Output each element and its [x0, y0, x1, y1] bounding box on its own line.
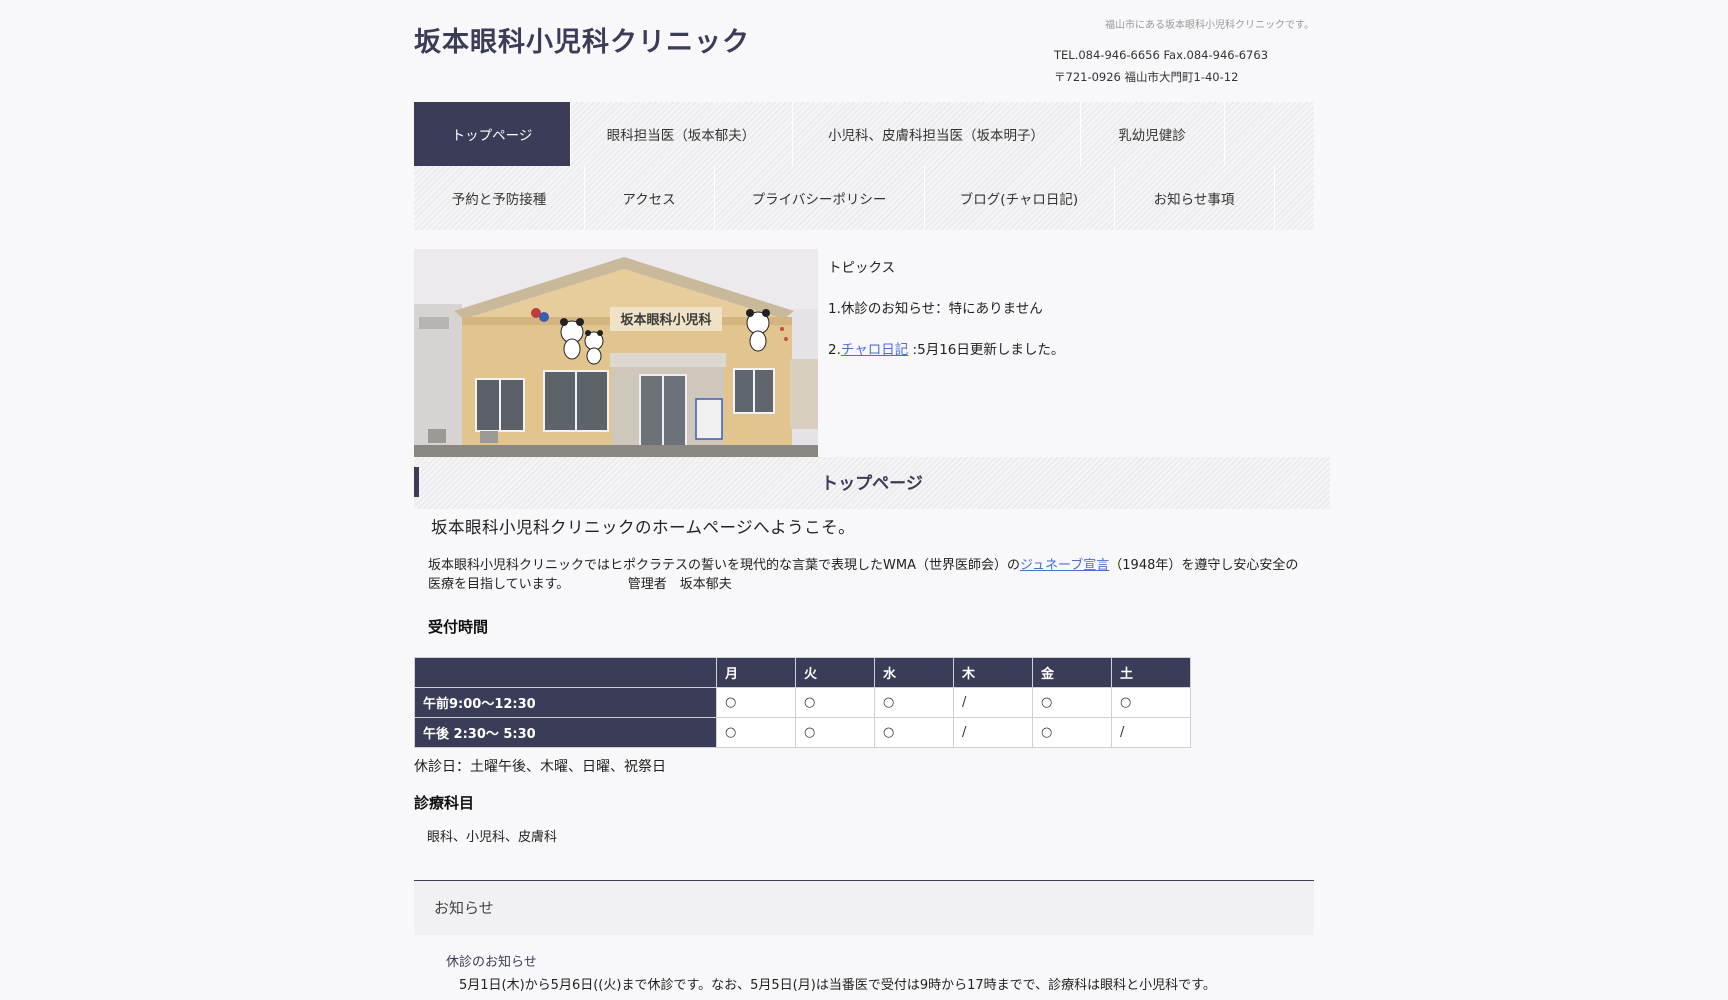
table-cell: ○ — [716, 687, 796, 718]
section-heading-title: トップページ — [821, 474, 923, 494]
departments-heading: 診療科目 — [414, 794, 475, 812]
table-corner-cell — [414, 657, 717, 688]
nav-item-ophthalmology[interactable]: 眼科担当医（坂本郁夫） — [570, 102, 793, 166]
nav-item-top[interactable]: トップページ — [414, 102, 571, 166]
page: 坂本眼科小児科クリニック 福山市にある坂本眼科小児科クリニックです。 TEL.0… — [0, 0, 1728, 1000]
tagline: 福山市にある坂本眼科小児科クリニックです。 — [1105, 20, 1314, 31]
notice-subtitle: 休診のお知らせ — [446, 955, 537, 970]
nav-item-infant-checkup[interactable]: 乳幼児健診 — [1080, 102, 1225, 166]
table-cell: ○ — [1032, 687, 1112, 718]
day-header: 水 — [874, 657, 954, 688]
clinic-photo: 坂本眼科小児科 — [414, 249, 818, 457]
notice-text: 5月1日(木)から5月6日((火)まで休診です。なお、5月5日(月)は当番医で受… — [459, 978, 1216, 993]
table-cell: ○ — [795, 687, 875, 718]
day-header: 火 — [795, 657, 875, 688]
geneva-declaration-link[interactable]: ジュネーブ宣言 — [1020, 558, 1109, 573]
day-header: 金 — [1032, 657, 1112, 688]
day-header: 土 — [1111, 657, 1191, 688]
table-header-row: 月 火 水 木 金 土 — [414, 657, 1191, 688]
departments-list: 眼科、小児科、皮膚科 — [427, 830, 558, 845]
day-header: 月 — [716, 657, 796, 688]
row-label: 午前9:00～12:30 — [414, 687, 717, 718]
welcome-message: 坂本眼科小児科クリニックのホームページへようこそ。 — [431, 518, 856, 537]
table-cell: ○ — [874, 717, 954, 748]
topics-item-update: :5月16日更新しました。 — [908, 342, 1065, 358]
table-cell: ○ — [795, 717, 875, 748]
clinic-building-illustration: 坂本眼科小児科 — [414, 249, 818, 457]
intro-paragraph: 坂本眼科小児科クリニックではヒポクラテスの誓いを現代的な言葉で表現したWMA（世… — [428, 556, 1308, 594]
table-cell: / — [1111, 717, 1191, 748]
table-cell: ○ — [1032, 717, 1112, 748]
row-label: 午後 2:30～ 5:30 — [414, 717, 717, 748]
site-title[interactable]: 坂本眼科小児科クリニック — [414, 20, 750, 59]
blog-link[interactable]: チャロ日記 — [841, 342, 908, 358]
clinic-sign-text: 坂本眼科小児科 — [620, 312, 711, 328]
topics-item-blog: 2.チャロ日記 :5月16日更新しました。 — [828, 338, 1064, 358]
hours-table: 月 火 水 木 金 土 午前9:00～12:30 ○ ○ ○ / ○ ○ 午後 … — [414, 657, 1191, 748]
day-header: 木 — [953, 657, 1033, 688]
contact-tel: TEL.084-946-6656 Fax.084-946-6763 — [1054, 48, 1269, 62]
nav-item-privacy[interactable]: プライバシーポリシー — [714, 166, 925, 230]
nav-item-pediatrics[interactable]: 小児科、皮膚科担当医（坂本明子） — [792, 102, 1081, 166]
nav-item-access[interactable]: アクセス — [584, 166, 715, 230]
nav-item-blog[interactable]: ブログ(チャロ日記) — [924, 166, 1115, 230]
topics-item-number: 2. — [828, 342, 841, 358]
table-cell: ○ — [716, 717, 796, 748]
hours-heading: 受付時間 — [428, 618, 489, 636]
table-cell: ○ — [1111, 687, 1191, 718]
contact-address: 〒721-0926 福山市大門町1-40-12 — [1054, 70, 1239, 84]
table-row: 午後 2:30～ 5:30 ○ ○ ○ / ○ / — [414, 717, 1191, 748]
section-heading: トップページ — [414, 457, 1330, 509]
notice-title: お知らせ — [434, 899, 494, 917]
global-nav: トップページ 眼科担当医（坂本郁夫） 小児科、皮膚科担当医（坂本明子） 乳幼児健… — [414, 102, 1314, 230]
topics-title: トピックス — [828, 260, 896, 276]
topics-item-closure: 1.休診のお知らせ：特にありません — [828, 301, 1043, 317]
table-cell: ○ — [874, 687, 954, 718]
nav-item-reservation[interactable]: 予約と予防接種 — [414, 166, 585, 230]
intro-text-before: 坂本眼科小児科クリニックではヒポクラテスの誓いを現代的な言葉で表現したWMA（世… — [428, 558, 1020, 573]
topics: トピックス 1.休診のお知らせ：特にありません 2.チャロ日記 :5月16日更新… — [828, 256, 1064, 379]
table-cell: / — [953, 687, 1033, 718]
table-row: 午前9:00～12:30 ○ ○ ○ / ○ ○ — [414, 687, 1191, 718]
notice-box: お知らせ — [414, 880, 1314, 935]
closed-days: 休診日：土曜午後、木曜、日曜、祝祭日 — [414, 759, 666, 775]
nav-item-notices[interactable]: お知らせ事項 — [1114, 166, 1275, 230]
table-cell: / — [953, 717, 1033, 748]
